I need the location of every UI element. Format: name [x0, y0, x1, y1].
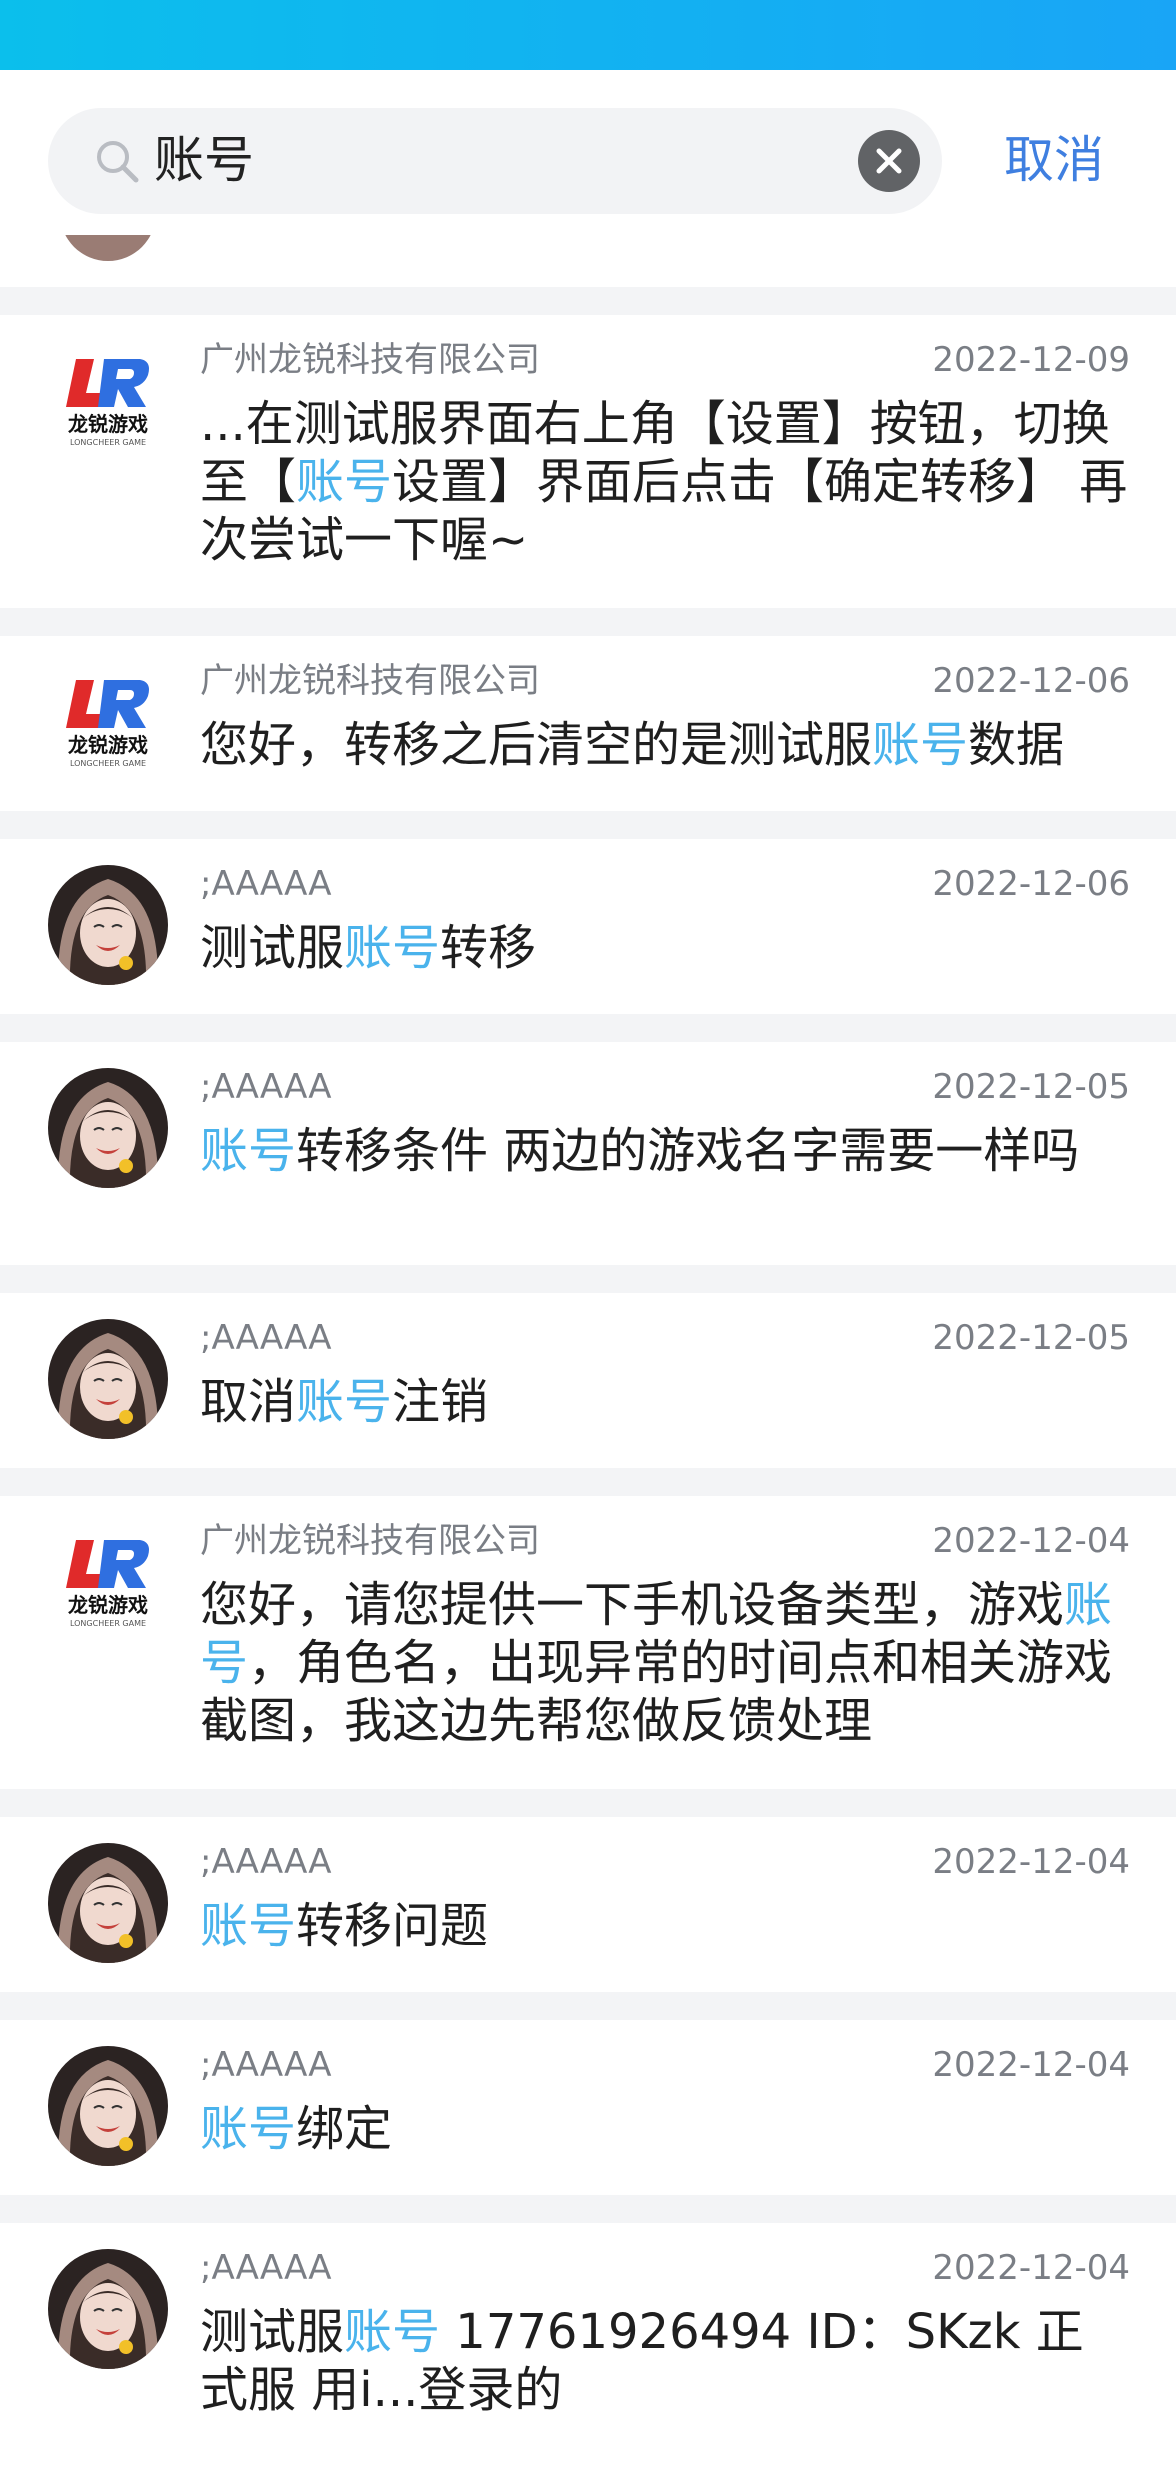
message-snippet: 取消账号注销: [200, 1373, 1130, 1431]
avatar: [60, 235, 156, 261]
highlighted-keyword: 账号: [872, 717, 969, 773]
sender-name: ;AAAAA: [200, 2248, 332, 2288]
snippet-text: 转移条件 两边的游戏名字需要一样吗: [296, 1123, 1080, 1179]
highlighted-keyword: 账号: [344, 2304, 441, 2360]
avatar: [48, 2249, 168, 2369]
search-header: 账号 取消: [0, 70, 1176, 235]
search-input[interactable]: 账号: [48, 108, 942, 214]
sender-name: ;AAAAA: [200, 2045, 332, 2085]
list-divider: [0, 811, 1176, 839]
highlighted-keyword: 账号: [296, 454, 393, 510]
list-divider: [0, 2195, 1176, 2223]
company-logo: 龙锐游戏 LONGCHEER GAME: [48, 1522, 168, 1642]
highlighted-keyword: 账号: [200, 1123, 297, 1179]
list-item[interactable]: 龙锐游戏 LONGCHEER GAME 广州龙锐科技有限公司 2022-12-04 您好…: [0, 1496, 1176, 1789]
avatar: [48, 865, 168, 985]
snippet-text: 数据: [968, 717, 1065, 773]
snippet-text: ，角色名，出现异常的时间点和相关游戏截图，我这边先帮您做反馈处理: [200, 1635, 1113, 1749]
snippet-text: 取消: [200, 1374, 297, 1430]
logo-subtext: LONGCHEER GAME: [70, 438, 146, 447]
close-icon: [876, 148, 902, 174]
message-date: 2022-12-09: [932, 340, 1130, 380]
snippet-text: 测试服: [200, 2304, 345, 2360]
cancel-button[interactable]: 取消: [1004, 130, 1104, 190]
message-snippet: 您好，转移之后清空的是测试服账号数据: [200, 716, 1130, 774]
list-divider: [0, 1789, 1176, 1817]
snippet-text: 注销: [392, 1374, 489, 1430]
sender-name: 广州龙锐科技有限公司: [200, 1521, 540, 1561]
list-item[interactable]: ;AAAAA 2022-12-04 测试服账号 17761926494 ID：SKz…: [0, 2223, 1176, 2483]
logo-text: 龙锐游戏: [68, 412, 148, 436]
message-date: 2022-12-05: [932, 1067, 1130, 1107]
message-snippet: 账号转移问题: [200, 1897, 1130, 1955]
search-query[interactable]: 账号: [154, 130, 254, 190]
highlighted-keyword: 账号: [296, 1374, 393, 1430]
message-snippet: 账号绑定: [200, 2100, 1130, 2158]
sender-name: ;AAAAA: [200, 1067, 332, 1107]
message-snippet: 您好，请您提供一下手机设备类型，游戏账号，角色名，出现异常的时间点和相关游戏截图…: [200, 1576, 1130, 1750]
clear-search-button[interactable]: [858, 130, 920, 192]
list-divider: [0, 608, 1176, 636]
message-date: 2022-12-04: [932, 1521, 1130, 1561]
highlighted-keyword: 账号: [344, 920, 441, 976]
highlighted-keyword: 账号: [200, 2101, 297, 2157]
company-logo: 龙锐游戏 LONGCHEER GAME: [48, 662, 168, 782]
snippet-text: 转移问题: [296, 1898, 489, 1954]
search-results-list: 龙锐游戏 LONGCHEER GAME 广州龙锐科技有限公司 2022-12-09..…: [0, 235, 1176, 2483]
list-divider: [0, 287, 1176, 315]
sender-name: ;AAAAA: [200, 1318, 332, 1358]
avatar: [48, 1843, 168, 1963]
list-item[interactable]: 龙锐游戏 LONGCHEER GAME 广州龙锐科技有限公司 2022-12-09..…: [0, 315, 1176, 608]
list-divider: [0, 1265, 1176, 1293]
sender-name: ;AAAAA: [200, 864, 332, 904]
message-snippet: 测试服账号转移: [200, 919, 1130, 977]
list-divider: [0, 1992, 1176, 2020]
message-snippet: 账号转移条件 两边的游戏名字需要一样吗: [200, 1122, 1130, 1180]
company-logo: 龙锐游戏 LONGCHEER GAME: [48, 341, 168, 461]
logo-text: 龙锐游戏: [68, 733, 148, 757]
snippet-text: 转移: [440, 920, 537, 976]
message-date: 2022-12-05: [932, 1318, 1130, 1358]
list-item[interactable]: 龙锐游戏 LONGCHEER GAME 广州龙锐科技有限公司 2022-12-06 您好…: [0, 636, 1176, 811]
list-item[interactable]: ;AAAAA 2022-12-04 账号绑定: [0, 2020, 1176, 2195]
list-item[interactable]: ;AAAAA 2022-12-05 账号转移条件 两边的游戏名字需要一样吗: [0, 1042, 1176, 1265]
message-snippet: ...在测试服界面右上角【设置】按钮，切换至【账号设置】界面后点击【确定转移】 …: [200, 395, 1130, 569]
snippet-text: 您好，转移之后清空的是测试服: [200, 717, 873, 773]
avatar: [48, 1068, 168, 1188]
list-item[interactable]: ;AAAAA 2022-12-04 账号转移问题: [0, 1817, 1176, 1992]
sender-name: ;AAAAA: [200, 1842, 332, 1882]
sender-name: 广州龙锐科技有限公司: [200, 340, 540, 380]
highlighted-keyword: 账号: [200, 1898, 297, 1954]
message-snippet: 测试服账号 17761926494 ID：SKzk 正式服 用i...登录的: [200, 2303, 1130, 2419]
list-item-partial[interactable]: [0, 235, 1176, 287]
search-icon: [97, 141, 139, 183]
sender-name: 广州龙锐科技有限公司: [200, 661, 540, 701]
logo-subtext: LONGCHEER GAME: [70, 759, 146, 768]
message-date: 2022-12-04: [932, 1842, 1130, 1882]
status-bar: [0, 0, 1176, 70]
message-date: 2022-12-04: [932, 2248, 1130, 2288]
logo-text: 龙锐游戏: [68, 1593, 148, 1617]
message-date: 2022-12-04: [932, 2045, 1130, 2085]
list-item[interactable]: ;AAAAA 2022-12-05 取消账号注销: [0, 1293, 1176, 1468]
message-date: 2022-12-06: [932, 864, 1130, 904]
logo-subtext: LONGCHEER GAME: [70, 1619, 146, 1628]
message-date: 2022-12-06: [932, 661, 1130, 701]
snippet-text: 绑定: [296, 2101, 393, 2157]
avatar: [48, 1319, 168, 1439]
snippet-text: 您好，请您提供一下手机设备类型，游戏: [200, 1577, 1065, 1633]
snippet-text: 测试服: [200, 920, 345, 976]
list-divider: [0, 1014, 1176, 1042]
avatar: [48, 2046, 168, 2166]
list-divider: [0, 1468, 1176, 1496]
list-item[interactable]: ;AAAAA 2022-12-06 测试服账号转移: [0, 839, 1176, 1014]
